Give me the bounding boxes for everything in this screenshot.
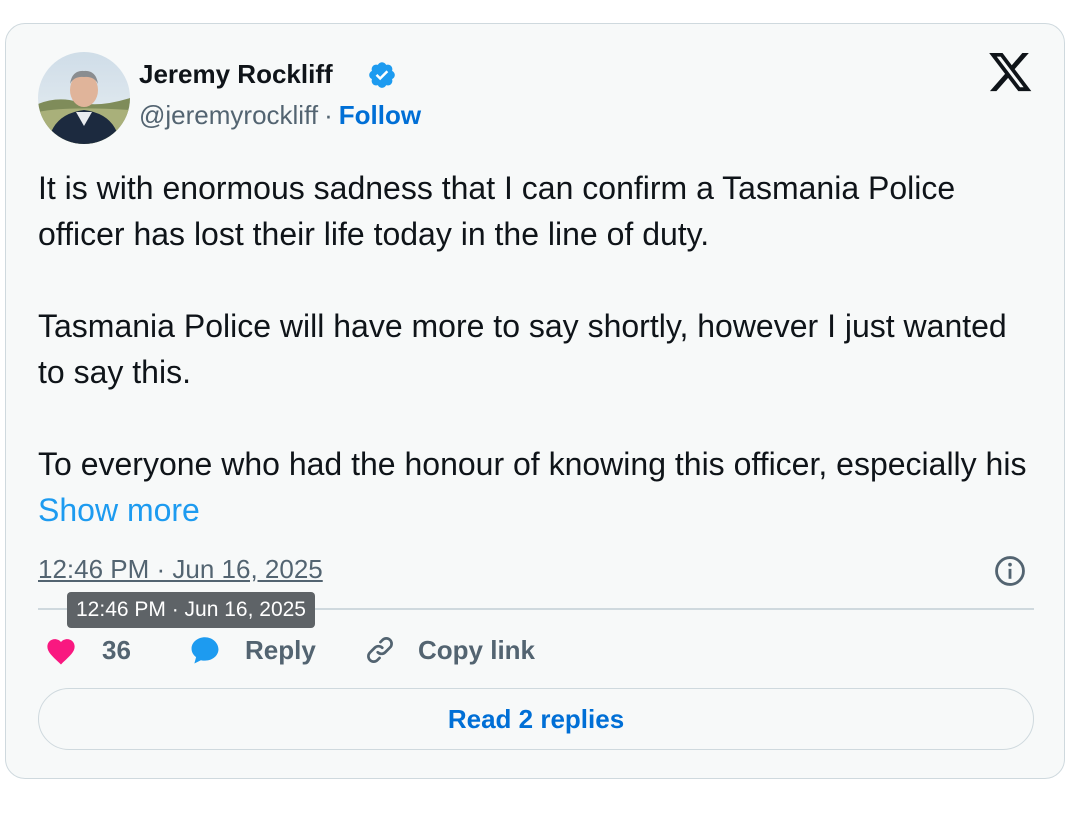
info-icon[interactable] <box>993 554 1027 588</box>
verified-badge-icon <box>369 62 395 88</box>
tweet-paragraph-2: Tasmania Police will have more to say sh… <box>38 308 1007 390</box>
tweet-card: Jeremy Rockliff @jeremyrockliff · Follow I… <box>5 23 1065 779</box>
speech-bubble-icon <box>191 637 219 664</box>
tweet-paragraph-1: It is with enormous sadness that I can c… <box>38 170 956 252</box>
timestamp-tooltip: 12:46 PM · Jun 16, 2025 <box>67 592 315 628</box>
read-replies-button[interactable]: Read 2 replies <box>38 688 1034 750</box>
x-logo-icon[interactable] <box>989 53 1033 93</box>
author-name[interactable]: Jeremy Rockliff <box>139 58 333 90</box>
like-count: 36 <box>102 634 131 665</box>
heart-icon <box>47 639 75 665</box>
like-button[interactable]: 36 <box>44 630 131 670</box>
show-more-link[interactable]: Show more <box>38 492 200 528</box>
tweet-timestamp[interactable]: 12:46 PM · Jun 16, 2025 <box>38 552 323 586</box>
author-handle[interactable]: @jeremyrockliff <box>139 100 318 130</box>
reply-button[interactable]: Reply <box>187 630 316 670</box>
copy-link-label: Copy link <box>418 634 536 665</box>
copy-link-button[interactable]: Copy link <box>362 630 535 670</box>
handle-row: @jeremyrockliff · Follow <box>139 99 421 131</box>
tweet-paragraph-3: To everyone who had the honour of knowin… <box>38 441 1038 533</box>
follow-button[interactable]: Follow <box>339 100 421 130</box>
link-icon <box>367 637 393 663</box>
avatar[interactable] <box>38 52 130 144</box>
separator-dot: · <box>324 100 333 130</box>
tweet-text: It is with enormous sadness that I can c… <box>38 165 1038 533</box>
reply-label: Reply <box>245 634 316 665</box>
tweet-paragraph-3-text: To everyone who had the honour of knowin… <box>38 446 1027 482</box>
